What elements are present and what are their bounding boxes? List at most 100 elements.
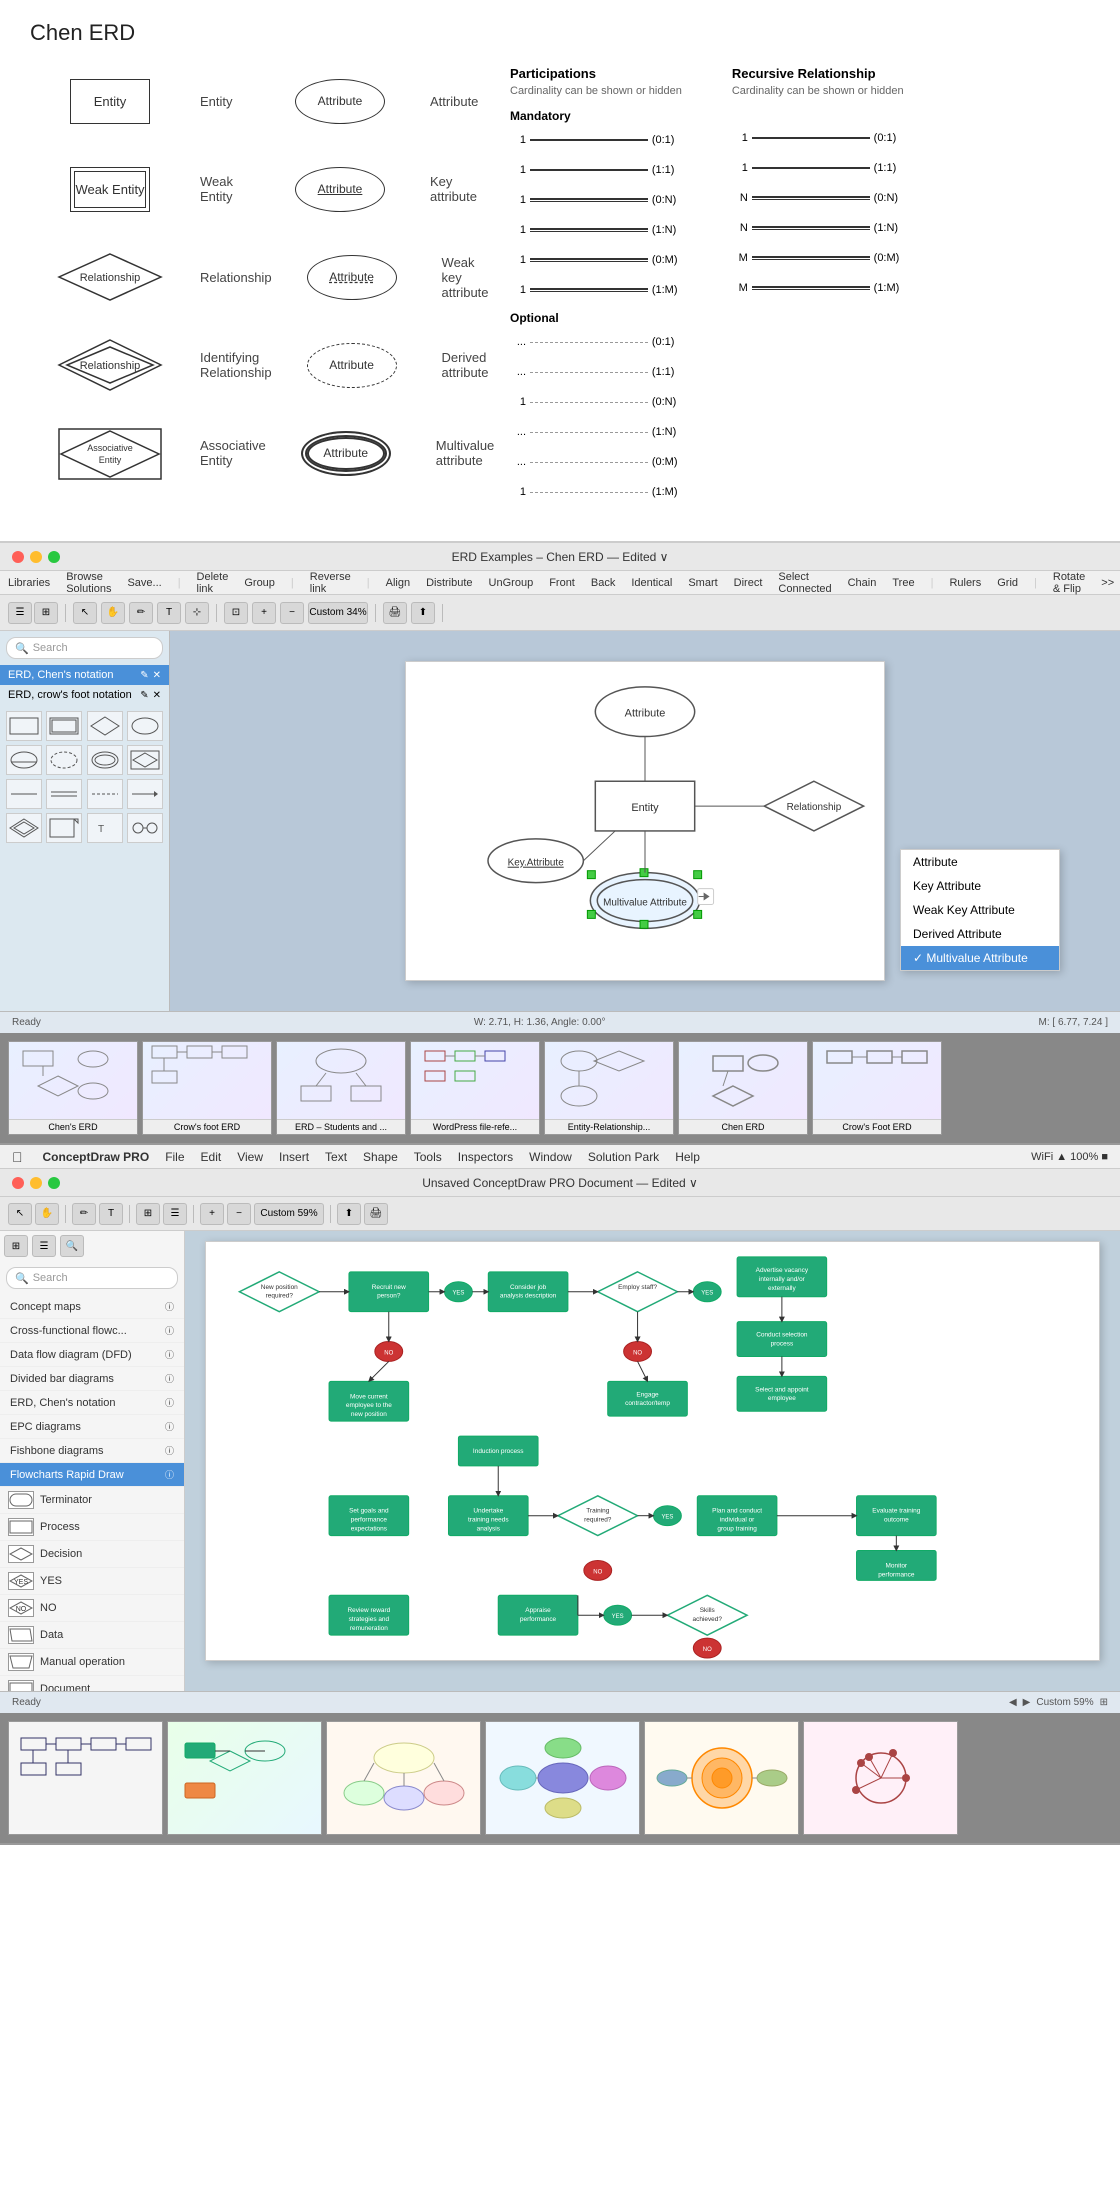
cd-thumb-5[interactable] <box>803 1721 958 1835</box>
toolbar-connect[interactable]: ⊹ <box>185 602 209 624</box>
cd-btn-pen[interactable]: ✏ <box>72 1203 96 1225</box>
cd-cat-fishbone[interactable]: Fishbone diagrams ⓘ <box>0 1439 184 1463</box>
toolbar-export[interactable]: ⬆ <box>411 602 435 624</box>
shape-item-16[interactable] <box>127 813 163 843</box>
menu-item-browse[interactable]: Browse Solutions <box>66 571 111 595</box>
cd-zoom-stepper[interactable]: ⊞ <box>1100 1697 1108 1708</box>
cd-btn-cursor[interactable]: ↖ <box>8 1203 32 1225</box>
cd-menu-tools[interactable]: Tools <box>414 1150 442 1164</box>
shape-item-8[interactable] <box>127 745 163 775</box>
shape-item-12[interactable] <box>127 779 163 809</box>
cd-btn-text[interactable]: T <box>99 1203 123 1225</box>
menu-item-smart[interactable]: Smart <box>688 577 717 589</box>
ctx-multivalue-attribute[interactable]: ✓ Multivalue Attribute <box>901 946 1059 970</box>
cd-btn-grid[interactable]: ⊞ <box>136 1203 160 1225</box>
menu-item-chain[interactable]: Chain <box>848 577 877 589</box>
cd-menu-window[interactable]: Window <box>529 1150 572 1164</box>
cd-minimize-button[interactable] <box>30 1177 42 1189</box>
cd-sidebar-btn-2[interactable]: ☰ <box>32 1235 56 1257</box>
cd-thumb-0[interactable] <box>8 1721 163 1835</box>
cd-btn-export[interactable]: ⬆ <box>337 1203 361 1225</box>
cd-close-button[interactable] <box>12 1177 24 1189</box>
cd-nav-prev[interactable]: ◀ <box>1009 1697 1017 1708</box>
shape-item-7[interactable] <box>87 745 123 775</box>
cd-btn-zoom-level[interactable]: Custom 59% <box>254 1203 324 1225</box>
edit-icon-1[interactable]: ✎ <box>140 670 148 681</box>
cd-menu-solution-park[interactable]: Solution Park <box>588 1150 659 1164</box>
cd-btn-list[interactable]: ☰ <box>163 1203 187 1225</box>
shape-item-14[interactable] <box>46 813 82 843</box>
menu-item-rotate-flip[interactable]: Rotate & Flip <box>1053 571 1085 595</box>
cd-thumb-2[interactable] <box>326 1721 481 1835</box>
cd-shape-terminator[interactable]: Terminator <box>0 1487 184 1514</box>
cd-menu-inspectors[interactable]: Inspectors <box>458 1150 513 1164</box>
menu-item-direct[interactable]: Direct <box>734 577 763 589</box>
menu-item-front[interactable]: Front <box>549 577 575 589</box>
toolbar-btn-2[interactable]: ⊞ <box>34 602 58 624</box>
ctx-attribute[interactable]: Attribute <box>901 850 1059 874</box>
menu-item-grid[interactable]: Grid <box>997 577 1018 589</box>
toolbar-zoom-out[interactable]: − <box>280 602 304 624</box>
cd-cat-dfd[interactable]: Data flow diagram (DFD) ⓘ <box>0 1343 184 1367</box>
cd-cat-flowcharts[interactable]: Flowcharts Rapid Draw ⓘ <box>0 1463 184 1487</box>
cd-thumb-3[interactable] <box>485 1721 640 1835</box>
menu-item-ungroup[interactable]: UnGroup <box>489 577 534 589</box>
toolbar-pen[interactable]: ✏ <box>129 602 153 624</box>
menu-item-select-connected[interactable]: Select Connected <box>778 571 831 595</box>
shape-item-9[interactable] <box>6 779 42 809</box>
menu-item-tree[interactable]: Tree <box>892 577 914 589</box>
erd-search-input[interactable]: 🔍 Search <box>6 637 163 659</box>
menu-item-back[interactable]: Back <box>591 577 615 589</box>
toolbar-btn-1[interactable]: ☰ <box>8 602 32 624</box>
cd-menu-edit[interactable]: Edit <box>201 1150 222 1164</box>
close-icon-2[interactable]: ✕ <box>153 690 161 701</box>
menu-item-distribute[interactable]: Distribute <box>426 577 472 589</box>
shape-item-2[interactable] <box>46 711 82 741</box>
close-icon-1[interactable]: ✕ <box>153 670 161 681</box>
cd-btn-print[interactable]: 🖨 <box>364 1203 388 1225</box>
toolbar-zoom-in[interactable]: + <box>252 602 276 624</box>
cd-cat-cross-functional[interactable]: Cross-functional flowc... ⓘ <box>0 1319 184 1343</box>
cd-menu-view[interactable]: View <box>237 1150 263 1164</box>
cd-menu-shape[interactable]: Shape <box>363 1150 398 1164</box>
toolbar-zoom-fit[interactable]: ⊡ <box>224 602 248 624</box>
toolbar-hand[interactable]: ✋ <box>101 602 125 624</box>
shape-item-5[interactable] <box>6 745 42 775</box>
shape-item-6[interactable] <box>46 745 82 775</box>
thumbnail-4[interactable]: Entity-Relationship... <box>544 1041 674 1135</box>
menu-more[interactable]: >> <box>1101 577 1114 589</box>
thumbnail-6[interactable]: Crow's Foot ERD <box>812 1041 942 1135</box>
toolbar-cursor[interactable]: ↖ <box>73 602 97 624</box>
toolbar-text[interactable]: T <box>157 602 181 624</box>
shape-item-10[interactable] <box>46 779 82 809</box>
ctx-derived-attribute[interactable]: Derived Attribute <box>901 922 1059 946</box>
shape-item-4[interactable] <box>127 711 163 741</box>
menu-item-rulers[interactable]: Rulers <box>949 577 981 589</box>
cd-btn-zoom-out[interactable]: − <box>227 1203 251 1225</box>
menu-item-reverse-link[interactable]: Reverse link <box>310 571 351 595</box>
cd-btn-hand[interactable]: ✋ <box>35 1203 59 1225</box>
cd-sidebar-btn-1[interactable]: ⊞ <box>4 1235 28 1257</box>
cd-cat-divided-bar[interactable]: Divided bar diagrams ⓘ <box>0 1367 184 1391</box>
thumbnail-1[interactable]: Crow's foot ERD <box>142 1041 272 1135</box>
cd-shape-process[interactable]: Process <box>0 1514 184 1541</box>
cd-shape-manual-op[interactable]: Manual operation <box>0 1649 184 1676</box>
sidebar-item-crowsfoot[interactable]: ERD, crow's foot notation ✎ ✕ <box>0 685 169 705</box>
close-button[interactable] <box>12 551 24 563</box>
menu-item-identical[interactable]: Identical <box>631 577 672 589</box>
cd-thumb-1[interactable] <box>167 1721 322 1835</box>
thumbnail-5[interactable]: Chen ERD <box>678 1041 808 1135</box>
cd-cat-erd-chen[interactable]: ERD, Chen's notation ⓘ <box>0 1391 184 1415</box>
menu-item-delete-link[interactable]: Delete link <box>197 571 229 595</box>
edit-icon-2[interactable]: ✎ <box>140 690 148 701</box>
cd-menu-insert[interactable]: Insert <box>279 1150 309 1164</box>
cd-canvas[interactable]: New position required? Recruit new perso… <box>185 1231 1120 1691</box>
shape-item-15[interactable]: T <box>87 813 123 843</box>
minimize-button[interactable] <box>30 551 42 563</box>
shape-item-3[interactable] <box>87 711 123 741</box>
cd-nav-next[interactable]: ▶ <box>1023 1697 1031 1708</box>
cd-shape-data[interactable]: Data <box>0 1622 184 1649</box>
shape-item-13[interactable] <box>6 813 42 843</box>
erd-canvas-area[interactable]: Attribute Entity Relationship Key.Attrib… <box>170 631 1120 1011</box>
cd-search-input[interactable]: 🔍 Search <box>6 1267 178 1289</box>
